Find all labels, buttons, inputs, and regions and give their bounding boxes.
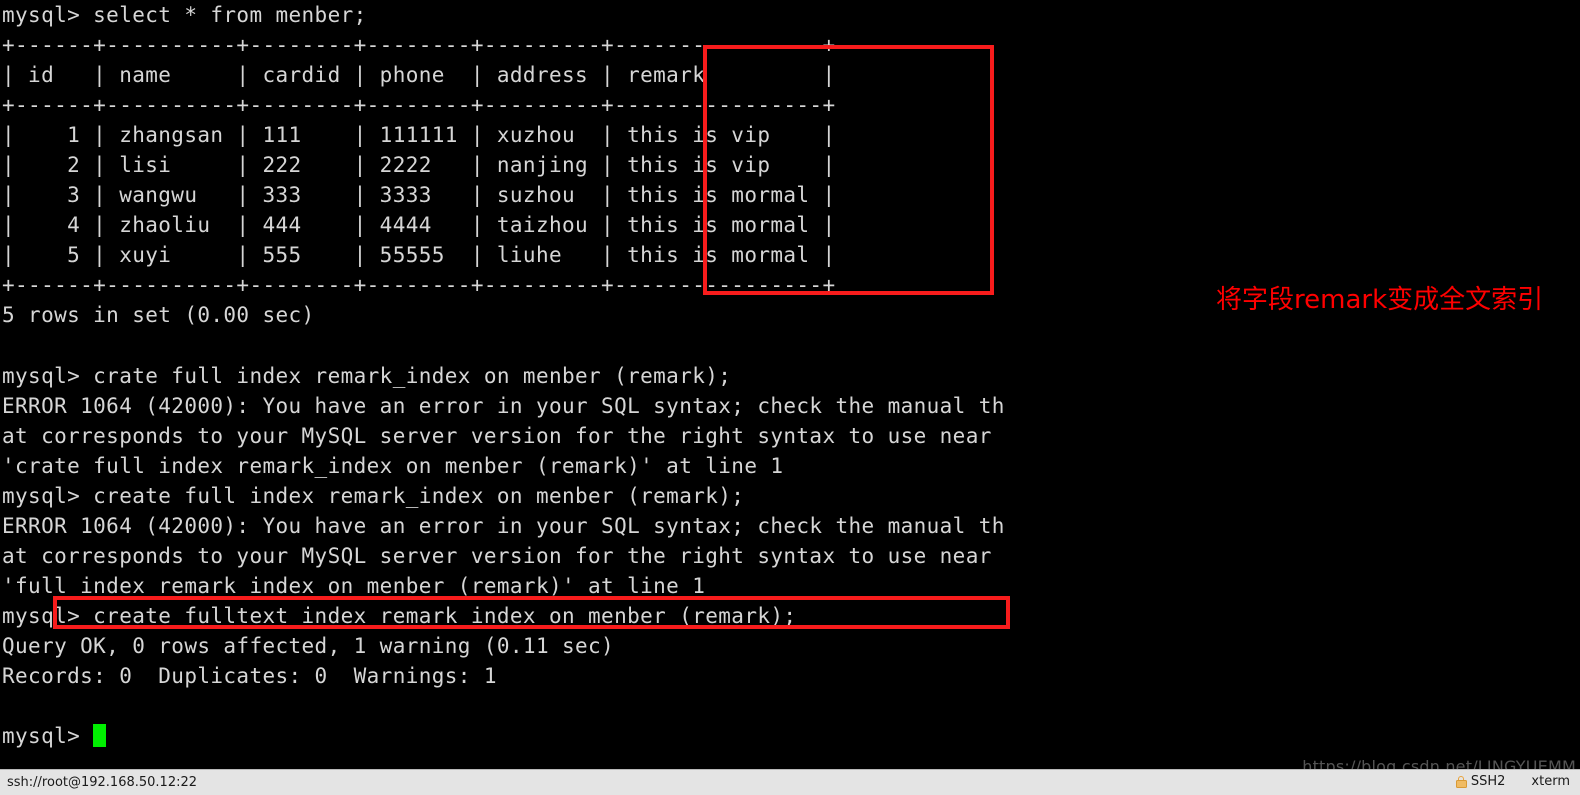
status-protocol: SSH2 bbox=[1455, 774, 1506, 789]
terminal-line: | 1 | zhangsan | 111 | 111111 | xuzhou |… bbox=[2, 123, 836, 148]
terminal-prompt: mysql> bbox=[2, 724, 94, 749]
terminal-line: at corresponds to your MySQL server vers… bbox=[2, 423, 992, 448]
terminal-line: Records: 0 Duplicates: 0 Warnings: 1 bbox=[2, 664, 497, 689]
lock-icon bbox=[1455, 775, 1467, 788]
terminal-line: | 5 | xuyi | 555 | 55555 | liuhe | this … bbox=[2, 243, 836, 268]
terminal-line: mysql> create full index remark_index on… bbox=[2, 483, 745, 508]
terminal-line: | 2 | lisi | 222 | 2222 | nanjing | this… bbox=[2, 153, 836, 178]
watermark: https://blog.csdn.net/LINGYUEMM bbox=[1302, 757, 1576, 769]
terminal-line: 'full index remark_index on menber (rema… bbox=[2, 573, 706, 598]
terminal-line: ERROR 1064 (42000): You have an error in… bbox=[2, 393, 1005, 418]
terminal-line: | 4 | zhaoliu | 444 | 4444 | taizhou | t… bbox=[2, 213, 836, 238]
terminal-window[interactable]: mysql> select * from menber; +------+----… bbox=[0, 0, 1580, 769]
terminal-line: mysql> crate full index remark_index on … bbox=[2, 363, 732, 388]
terminal-line: at corresponds to your MySQL server vers… bbox=[2, 543, 992, 568]
status-protocol-label: SSH2 bbox=[1470, 774, 1506, 789]
status-terminal-type: xterm bbox=[1531, 774, 1570, 789]
annotation-text: 将字段remark变成全文索引 bbox=[1216, 285, 1544, 315]
terminal-line: 'crate full index remark_index on menber… bbox=[2, 453, 784, 478]
status-terminal-type-label: xterm bbox=[1531, 774, 1570, 789]
terminal-line: ERROR 1064 (42000): You have an error in… bbox=[2, 513, 1005, 538]
terminal-line: 5 rows in set (0.00 sec) bbox=[2, 303, 315, 328]
terminal-line: +------+----------+--------+--------+---… bbox=[2, 33, 836, 58]
terminal-line: +------+----------+--------+--------+---… bbox=[2, 93, 836, 118]
terminal-cursor bbox=[93, 724, 107, 748]
status-connection-label: ssh://root@192.168.50.12:22 bbox=[7, 775, 198, 790]
terminal-output: mysql> select * from menber; +------+----… bbox=[2, 0, 1005, 751]
terminal-line: mysql> create fulltext index remark_inde… bbox=[2, 603, 797, 628]
terminal-line: +------+----------+--------+--------+---… bbox=[2, 273, 836, 298]
terminal-line: | id | name | cardid | phone | address |… bbox=[2, 63, 836, 88]
terminal-line: mysql> select * from menber; bbox=[2, 3, 367, 27]
terminal-line: | 3 | wangwu | 333 | 3333 | suzhou | thi… bbox=[2, 183, 836, 208]
terminal-line: Query OK, 0 rows affected, 1 warning (0.… bbox=[2, 633, 615, 658]
terminal-prompt-line: mysql> bbox=[2, 721, 1005, 751]
status-bar: ssh://root@192.168.50.12:22 SSH2 xterm bbox=[0, 769, 1580, 795]
